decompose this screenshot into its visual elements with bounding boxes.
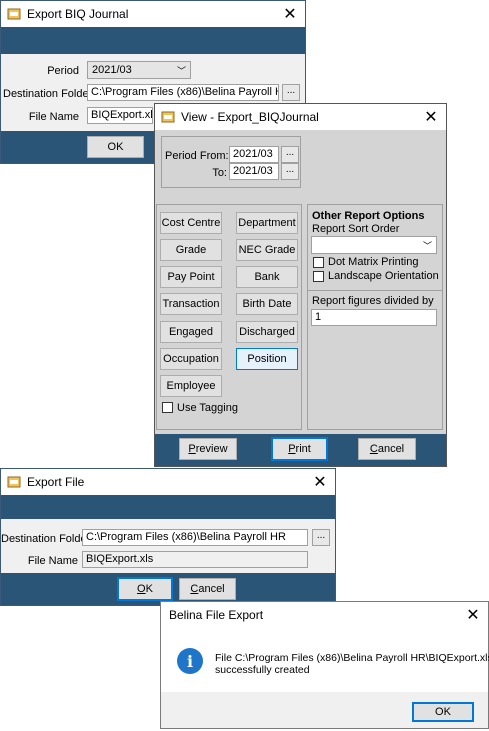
app-icon	[7, 475, 21, 489]
ok-button[interactable]: OK	[117, 577, 173, 601]
period-label: Period	[47, 65, 79, 77]
position-button[interactable]: Position	[236, 348, 298, 370]
destination-folder-input[interactable]: C:\Program Files (x86)\Belina Payroll HR	[82, 529, 308, 546]
chevron-down-icon: ﹀	[422, 241, 432, 251]
nec-grade-button[interactable]: NEC Grade	[236, 239, 298, 261]
cancel-button[interactable]: Cancel	[179, 578, 236, 600]
window-title: Export BIQ Journal	[27, 7, 129, 21]
dot-matrix-label: Dot Matrix Printing	[328, 256, 419, 268]
pay-point-button[interactable]: Pay Point	[160, 266, 222, 288]
file-name-label: File Name	[27, 555, 78, 567]
engaged-button[interactable]: Engaged	[160, 321, 222, 343]
ok-label: K	[145, 583, 153, 595]
close-icon[interactable]: ✕	[416, 104, 446, 130]
landscape-checkbox[interactable]	[313, 271, 324, 282]
period-from-button[interactable]: ...	[281, 146, 299, 163]
preview-hotkey: P	[188, 443, 196, 455]
close-icon[interactable]: ✕	[275, 1, 305, 27]
browse-folder-button[interactable]: ...	[312, 529, 330, 546]
title-bar: Belina File Export ✕	[161, 602, 488, 628]
window-title: Export File	[27, 475, 85, 489]
sort-order-label: Report Sort Order	[312, 223, 400, 235]
file-name-label: File Name	[28, 111, 79, 123]
window-title: Belina File Export	[169, 608, 264, 622]
title-bar: Export File ✕	[1, 469, 335, 495]
bank-button[interactable]: Bank	[236, 266, 298, 288]
cancel-label: ancel	[377, 443, 405, 455]
landscape-label: Landscape Orientation	[328, 270, 439, 282]
preview-label: review	[195, 443, 228, 455]
period-from-label: Period From:	[165, 150, 229, 162]
header-bar	[1, 27, 305, 54]
destination-folder-label: Destination Folder	[3, 88, 93, 100]
divider	[308, 290, 442, 291]
file-name-input[interactable]: BIQExport.xls	[87, 107, 153, 124]
period-from-input[interactable]: 2021/03	[229, 146, 279, 163]
cancel-hotkey: C	[369, 443, 378, 455]
browse-folder-button[interactable]: ...	[282, 84, 300, 101]
department-button[interactable]: Department	[236, 212, 298, 234]
cost-centre-button[interactable]: Cost Centre	[160, 212, 222, 234]
divided-by-label: Report figures divided by	[312, 295, 434, 307]
ok-label: OK	[107, 141, 124, 153]
view-export-window: View - Export_BIQJournal ✕ Period From: …	[154, 103, 447, 467]
dot-matrix-checkbox[interactable]	[313, 257, 324, 268]
file-name-input[interactable]: BIQExport.xls	[82, 551, 308, 568]
title-bar: Export BIQ Journal ✕	[1, 1, 305, 27]
transaction-button[interactable]: Transaction	[160, 293, 222, 315]
period-select[interactable]: 2021/03 ﹀	[87, 61, 191, 79]
destination-folder-input[interactable]: C:\Program Files (x86)\Belina Payroll HR	[87, 84, 279, 101]
grade-button[interactable]: Grade	[160, 239, 222, 261]
chevron-down-icon: ﹀	[176, 66, 186, 76]
title-bar: View - Export_BIQJournal ✕	[155, 104, 446, 130]
info-glyph: i	[186, 651, 194, 671]
close-icon[interactable]: ✕	[458, 602, 488, 628]
message-line-2: successfully created	[215, 664, 310, 676]
print-label: rint	[295, 443, 311, 455]
header-bar	[1, 495, 335, 519]
sort-order-select[interactable]: ﹀	[311, 236, 437, 254]
app-icon	[7, 7, 21, 21]
app-icon	[161, 110, 175, 124]
message-line-1: File C:\Program Files (x86)\Belina Payro…	[215, 652, 489, 664]
employee-button[interactable]: Employee	[160, 375, 222, 397]
message-box-window: Belina File Export ✕ i File C:\Program F…	[160, 601, 489, 729]
print-hotkey: P	[288, 443, 296, 455]
other-options-title: Other Report Options	[312, 210, 425, 222]
print-button[interactable]: Print	[271, 437, 328, 461]
period-to-input[interactable]: 2021/03	[229, 163, 279, 180]
period-value: 2021/03	[92, 64, 132, 76]
cancel-button[interactable]: Cancel	[358, 438, 416, 460]
export-file-window: Export File ✕ Destination Folder C:\Prog…	[0, 468, 336, 606]
cancel-label: ancel	[198, 583, 225, 595]
occupation-button[interactable]: Occupation	[160, 348, 222, 370]
ok-button[interactable]: OK	[412, 702, 474, 722]
use-tagging-label: Use Tagging	[177, 402, 238, 414]
birth-date-button[interactable]: Birth Date	[236, 293, 298, 315]
use-tagging-checkbox[interactable]	[162, 402, 173, 413]
ok-button[interactable]: OK	[87, 136, 144, 158]
discharged-button[interactable]: Discharged	[236, 321, 298, 343]
info-icon: i	[177, 648, 203, 674]
ok-hotkey: O	[137, 583, 146, 595]
to-label: To:	[212, 167, 227, 179]
window-title: View - Export_BIQJournal	[181, 110, 319, 124]
ok-label: OK	[435, 706, 451, 718]
cancel-hotkey: C	[190, 583, 199, 595]
divided-by-input[interactable]: 1	[311, 309, 437, 326]
preview-button[interactable]: Preview	[179, 438, 237, 460]
close-icon[interactable]: ✕	[305, 469, 335, 495]
destination-folder-label: Destination Folder	[1, 533, 91, 545]
period-to-button[interactable]: ...	[281, 163, 299, 180]
